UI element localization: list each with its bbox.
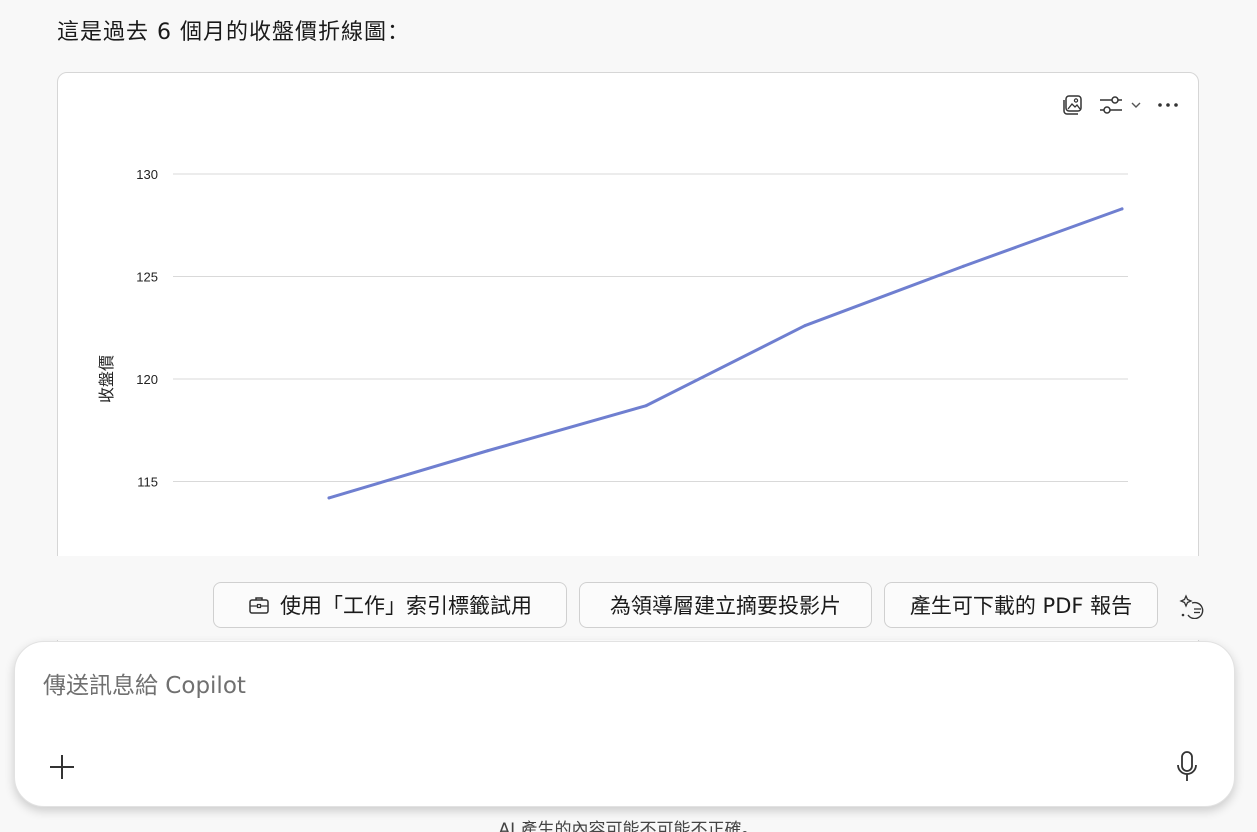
- assistant-message-text: 這是過去 6 個月的收盤價折線圖：: [57, 20, 410, 45]
- suggestion-chip-label: 使用「工作」索引標籤試用: [280, 594, 532, 618]
- data-point: [327, 496, 331, 500]
- series-line: [327, 207, 1124, 500]
- y-tick-label: 130: [136, 167, 158, 182]
- sliders-icon: [1098, 94, 1124, 116]
- plus-icon[interactable]: [45, 750, 79, 784]
- y-tick-label: 120: [136, 372, 158, 387]
- y-tick-label: 125: [136, 270, 158, 285]
- image-icon[interactable]: [1062, 93, 1084, 117]
- suggestion-chips: 使用「工作」索引標籤試用 為領導層建立摘要投影片 產生可下載的 PDF 報告: [0, 582, 1257, 628]
- suggestion-chip-summary-slides[interactable]: 為領導層建立摘要投影片: [579, 582, 872, 628]
- chevron-down-icon: [1130, 99, 1142, 111]
- suggestion-chip-label: 為領導層建立摘要投影片: [610, 594, 841, 618]
- data-point: [803, 324, 807, 328]
- more-options-icon[interactable]: [1156, 93, 1180, 117]
- message-input[interactable]: [43, 666, 1143, 706]
- copilot-chat-page: 這是過去 6 個月的收盤價折線圖： 115 120 125 130 收盤價 使用…: [0, 0, 1257, 832]
- chart-settings-button[interactable]: [1098, 93, 1142, 117]
- briefcase-icon: [248, 595, 270, 615]
- data-point: [486, 449, 490, 453]
- suggestion-chip-work-tab[interactable]: 使用「工作」索引標籤試用: [213, 582, 567, 628]
- suggestion-chip-pdf-report[interactable]: 產生可下載的 PDF 報告: [884, 582, 1158, 628]
- message-composer: [14, 641, 1235, 807]
- data-point: [961, 264, 965, 268]
- ai-disclaimer: AI 產生的內容可能不可能不正確。: [498, 820, 759, 832]
- y-tick-label: 115: [137, 475, 158, 490]
- y-axis-label: 收盤價: [98, 355, 116, 403]
- microphone-icon[interactable]: [1172, 748, 1202, 786]
- sparkle-edit-icon[interactable]: [1178, 592, 1208, 620]
- chart-toolbar: [1062, 93, 1180, 117]
- data-point: [644, 404, 648, 408]
- data-point: [1120, 207, 1124, 211]
- suggestion-chip-label: 產生可下載的 PDF 報告: [909, 594, 1133, 618]
